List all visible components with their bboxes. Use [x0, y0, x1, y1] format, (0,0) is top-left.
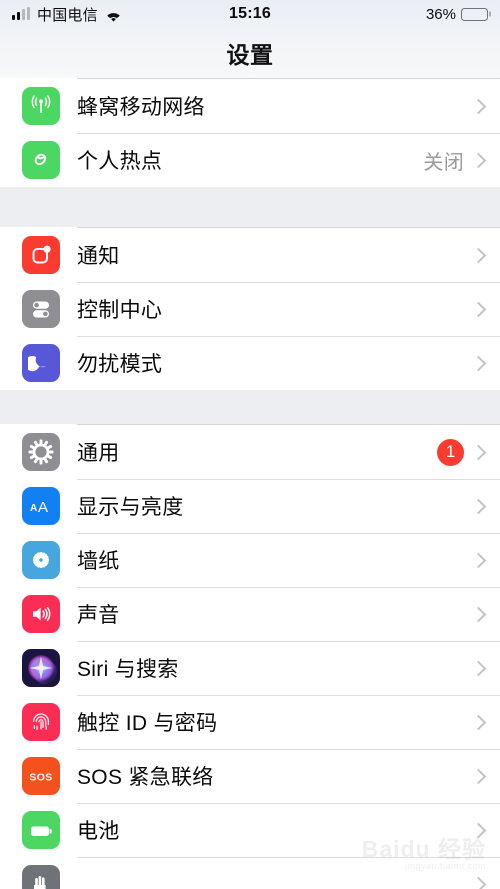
settings-row-display-brightness-aa[interactable]: A A 显示与亮度 — [0, 479, 500, 533]
settings-row-label: Siri 与搜索 — [77, 658, 179, 681]
settings-row-control-center-toggles[interactable]: 控制中心 — [0, 282, 500, 336]
chevron-right-icon — [470, 552, 487, 568]
settings-row-do-not-disturb-moon[interactable]: 勿扰模式 — [0, 336, 500, 390]
status-bar-right: 36% — [426, 6, 488, 23]
battery-icon — [22, 811, 60, 849]
status-bar: 中国电信 15:16 36% — [0, 0, 500, 28]
settings-row-accessory — [470, 98, 487, 114]
settings-row-label: SOS 紧急联络 — [77, 766, 214, 789]
touch-id-fingerprint-icon — [22, 703, 60, 741]
chevron-right-icon — [470, 247, 487, 263]
settings-row-label: 电池 — [77, 820, 120, 843]
settings-group-system: 通用 1 A A 显示与亮度 墙纸 声音 Siri 与搜索 触控 ID 与密码 … — [0, 424, 500, 889]
chevron-right-icon — [470, 355, 487, 371]
notifications-icon — [22, 236, 60, 274]
svg-text:SOS: SOS — [29, 772, 52, 784]
settings-row-accessory — [470, 660, 487, 676]
chevron-right-icon — [470, 444, 487, 460]
notification-badge: 1 — [437, 438, 464, 466]
privacy-hand-icon — [22, 865, 60, 889]
chevron-right-icon — [470, 714, 487, 730]
settings-row-cellular-antenna[interactable]: 蜂窝移动网络 — [0, 79, 500, 133]
personal-hotspot-link-icon — [22, 141, 60, 179]
battery-percent-label: 36% — [425, 5, 456, 23]
settings-row-accessory — [470, 606, 487, 622]
display-brightness-aa-icon: A A — [22, 487, 60, 525]
settings-row-label: 勿扰模式 — [77, 353, 163, 376]
settings-row-label: 墙纸 — [77, 550, 120, 573]
settings-row-accessory — [470, 552, 487, 568]
page-title: 设置 — [226, 42, 274, 68]
settings-group-connectivity: 蜂窝移动网络 个人热点 关闭 — [0, 78, 500, 187]
siri-orb-icon — [22, 649, 60, 687]
settings-row-accessory — [470, 247, 487, 263]
chevron-right-icon — [470, 822, 487, 838]
chevron-right-icon — [470, 498, 487, 514]
settings-row-touch-id-fingerprint[interactable]: 触控 ID 与密码 — [0, 695, 500, 749]
chevron-right-icon — [470, 98, 487, 114]
chevron-right-icon — [470, 152, 487, 168]
carrier-label: 中国电信 — [37, 6, 98, 24]
cellular-signal-icon — [12, 7, 30, 20]
settings-row-value: 关闭 — [423, 151, 464, 174]
emergency-sos-icon: SOS — [22, 757, 60, 795]
settings-row-wallpaper-flower[interactable]: 墙纸 — [0, 533, 500, 587]
cellular-antenna-icon — [22, 87, 60, 125]
settings-row-label: 触控 ID 与密码 — [77, 712, 218, 735]
settings-row-label: 通用 — [77, 442, 120, 465]
settings-row-general-gear[interactable]: 通用 1 — [0, 425, 500, 479]
status-bar-left: 中国电信 — [12, 4, 122, 25]
navigation-bar: 设置 — [0, 28, 500, 78]
settings-row-personal-hotspot-link[interactable]: 个人热点 关闭 — [0, 133, 500, 187]
settings-row-accessory — [470, 822, 487, 838]
wifi-icon — [105, 8, 122, 22]
settings-row-battery[interactable]: 电池 — [0, 803, 500, 857]
section-gap — [0, 390, 500, 424]
settings-row-sounds-speaker[interactable]: 声音 — [0, 587, 500, 641]
clock-label: 15:16 — [229, 5, 271, 22]
settings-row-accessory — [470, 355, 487, 371]
chevron-right-icon — [470, 768, 487, 784]
wallpaper-flower-icon — [22, 541, 60, 579]
settings-row-label: 控制中心 — [77, 299, 163, 322]
settings-row-emergency-sos[interactable]: SOS SOS 紧急联络 — [0, 749, 500, 803]
section-gap — [0, 187, 500, 227]
settings-row-accessory — [470, 768, 487, 784]
settings-row-label: 个人热点 — [77, 150, 163, 173]
settings-group-alerts: 通知 控制中心 勿扰模式 — [0, 227, 500, 390]
settings-row-accessory: 关闭 — [423, 146, 487, 175]
chevron-right-icon — [470, 876, 487, 889]
settings-row-notifications[interactable]: 通知 — [0, 228, 500, 282]
settings-list[interactable]: 蜂窝移动网络 个人热点 关闭 通知 控制中心 勿扰模式 通用 1 A A 显示与… — [0, 78, 500, 889]
control-center-toggles-icon — [22, 290, 60, 328]
settings-row-accessory — [470, 498, 487, 514]
settings-row-label: 显示与亮度 — [77, 496, 184, 519]
chevron-right-icon — [470, 606, 487, 622]
do-not-disturb-moon-icon — [22, 344, 60, 382]
settings-row-label: 声音 — [77, 604, 120, 627]
chevron-right-icon — [470, 301, 487, 317]
battery-icon — [461, 7, 488, 21]
settings-row-siri-orb[interactable]: Siri 与搜索 — [0, 641, 500, 695]
svg-text:A: A — [38, 499, 48, 516]
settings-row-privacy-hand[interactable] — [0, 857, 500, 889]
settings-row-accessory — [470, 301, 487, 317]
svg-text:A: A — [30, 503, 37, 514]
settings-row-accessory: 1 — [437, 438, 487, 466]
settings-row-accessory — [470, 876, 487, 889]
sounds-speaker-icon — [22, 595, 60, 633]
settings-row-accessory — [470, 714, 487, 730]
settings-row-label: 通知 — [77, 245, 120, 268]
chevron-right-icon — [470, 660, 487, 676]
iphone-settings-screen: 中国电信 15:16 36% 设置 蜂窝移动网络 个人热点 关闭 通知 控制中心… — [0, 0, 500, 889]
settings-row-label: 蜂窝移动网络 — [77, 96, 205, 119]
general-gear-icon — [22, 433, 60, 471]
